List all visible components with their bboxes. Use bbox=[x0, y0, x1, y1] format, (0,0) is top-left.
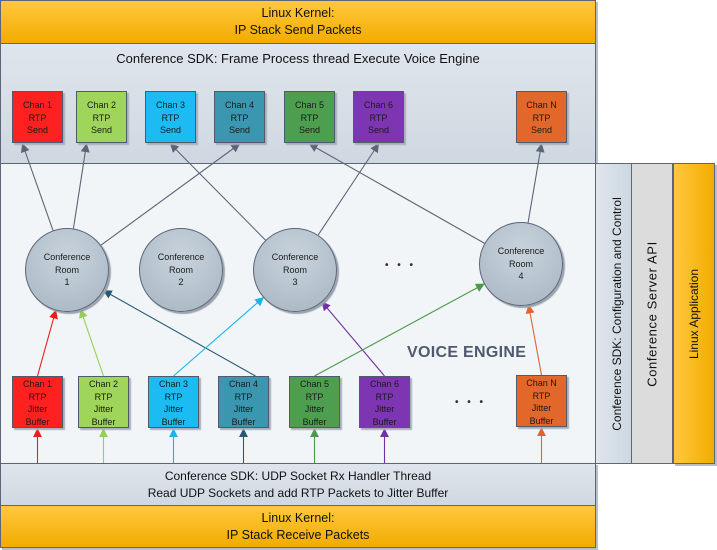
jitter-buffer-box: Chan 6 RTP Jitter Buffer bbox=[359, 376, 410, 428]
jitter-channel-protocol: RTP bbox=[94, 391, 113, 402]
jitter-channel-role: Buffer bbox=[161, 416, 186, 427]
jitter-channel-role: Jitter bbox=[163, 404, 184, 414]
send-channel-name: Chan 3 bbox=[155, 100, 186, 110]
send-channel-box: Chan 3 RTP Send bbox=[145, 91, 196, 143]
jitter-channel-role: Jitter bbox=[304, 404, 325, 414]
send-channel-box: Chan N RTP Send bbox=[516, 91, 567, 143]
send-channel-box: Chan 2 RTP Send bbox=[76, 91, 127, 143]
room-label: Conference bbox=[271, 252, 319, 263]
conference-room: Conference Room 3 bbox=[253, 228, 337, 312]
jitter-channel-role: Jitter bbox=[27, 404, 48, 414]
jitter-channel-name: Chan 6 bbox=[369, 379, 400, 389]
jitter-channel-name: Chan N bbox=[526, 378, 557, 388]
send-channel-role: Send bbox=[90, 125, 113, 135]
jitter-channel-protocol: RTP bbox=[305, 391, 324, 402]
jitter-channel-role: Jitter bbox=[531, 403, 552, 413]
send-channel-box: Chan 5 RTP Send bbox=[284, 91, 335, 143]
conference-room: Conference Room 2 bbox=[139, 228, 223, 312]
send-channel-protocol: RTP bbox=[161, 112, 180, 123]
room-number: 1 bbox=[64, 277, 70, 288]
jitter-buffer-box: Chan 1 RTP Jitter Buffer bbox=[12, 376, 63, 428]
send-channel-role: Send bbox=[159, 125, 182, 135]
voice-engine-label: VOICE ENGINE bbox=[407, 344, 527, 361]
jitter-channel-role: Buffer bbox=[529, 415, 554, 426]
rooms-ellipsis: • • • bbox=[385, 260, 417, 271]
room-to-send-arrow bbox=[20, 143, 54, 231]
jitter-channel-role: Buffer bbox=[231, 416, 256, 427]
jitter-channel-protocol: RTP bbox=[164, 391, 183, 402]
jitter-to-room-arrow bbox=[314, 283, 485, 377]
jitter-channel-protocol: RTP bbox=[28, 391, 47, 402]
jitter-channel-role: Jitter bbox=[374, 404, 395, 414]
send-channel-role: Send bbox=[228, 125, 251, 135]
jitter-channel-name: Chan 3 bbox=[158, 379, 189, 389]
jitter-channel-role: Jitter bbox=[93, 404, 114, 414]
jitter-to-room-arrow bbox=[79, 308, 105, 377]
jitter-channel-role: Buffer bbox=[25, 416, 50, 427]
jitter-to-room-arrow bbox=[321, 301, 385, 377]
send-channel-box: Chan 1 RTP Send bbox=[12, 91, 63, 143]
jitter-channel-protocol: RTP bbox=[234, 391, 253, 402]
jitter-channel-protocol: RTP bbox=[375, 391, 394, 402]
jitter-buffer-box: Chan N RTP Jitter Buffer bbox=[516, 375, 567, 427]
jitter-buffer-box: Chan 5 RTP Jitter Buffer bbox=[289, 376, 340, 428]
send-channel-protocol: RTP bbox=[28, 112, 47, 123]
room-label: Conference bbox=[157, 252, 205, 263]
room-label: Room bbox=[282, 264, 307, 275]
room-to-send-arrow bbox=[169, 143, 266, 241]
send-channel-name: Chan 2 bbox=[86, 100, 117, 110]
room-label: Conference bbox=[497, 246, 545, 257]
send-channel-role: Send bbox=[367, 125, 390, 135]
jitter-channel-role: Buffer bbox=[372, 416, 397, 427]
jitter-channel-name: Chan 5 bbox=[299, 379, 330, 389]
conference-room: Conference Room 4 bbox=[479, 222, 563, 306]
jitter-channel-name: Chan 4 bbox=[228, 379, 259, 389]
send-channel-role: Send bbox=[530, 125, 553, 135]
jitter-buffer-box: Chan 3 RTP Jitter Buffer bbox=[148, 376, 199, 428]
jitter-to-room-arrow bbox=[36, 309, 58, 377]
room-label: Room bbox=[168, 264, 193, 275]
room-label: Conference bbox=[43, 252, 91, 263]
send-channel-box: Chan 6 RTP Send bbox=[353, 91, 404, 143]
room-label: Room bbox=[508, 258, 533, 269]
jitter-channel-role: Buffer bbox=[91, 416, 116, 427]
send-channel-protocol: RTP bbox=[532, 112, 551, 123]
send-channel-protocol: RTP bbox=[92, 112, 111, 123]
send-channel-protocol: RTP bbox=[300, 112, 319, 123]
send-channel-name: Chan 5 bbox=[294, 100, 325, 110]
room-number: 2 bbox=[178, 277, 184, 288]
conference-room: Conference Room 1 bbox=[25, 228, 109, 312]
room-label: Room bbox=[54, 264, 79, 275]
send-channel-role: Send bbox=[26, 125, 49, 135]
jitter-to-room-arrow bbox=[525, 304, 543, 376]
send-channel-name: Chan 4 bbox=[224, 100, 255, 110]
send-channel-name: Chan 1 bbox=[22, 100, 53, 110]
jitter-channel-role: Buffer bbox=[302, 416, 327, 427]
send-channel-protocol: RTP bbox=[230, 112, 249, 123]
room-number: 3 bbox=[292, 277, 298, 288]
room-to-send-arrow bbox=[72, 143, 90, 229]
send-channel-role: Send bbox=[298, 125, 321, 135]
jitter-buffer-box: Chan 4 RTP Jitter Buffer bbox=[218, 376, 269, 428]
send-channel-name: Chan 6 bbox=[363, 100, 394, 110]
jitter-channel-role: Jitter bbox=[233, 404, 254, 414]
room-to-send-arrow bbox=[317, 143, 379, 236]
jitter-channel-protocol: RTP bbox=[532, 390, 551, 401]
room-to-send-arrow bbox=[308, 143, 485, 244]
channels-ellipsis: • • • bbox=[455, 397, 487, 408]
send-channel-protocol: RTP bbox=[369, 112, 388, 123]
room-to-send-arrow bbox=[527, 143, 545, 223]
jitter-channel-name: Chan 1 bbox=[22, 379, 53, 389]
jitter-buffer-box: Chan 2 RTP Jitter Buffer bbox=[78, 376, 129, 428]
room-number: 4 bbox=[518, 271, 524, 282]
send-channel-box: Chan 4 RTP Send bbox=[214, 91, 265, 143]
jitter-channel-name: Chan 2 bbox=[88, 379, 119, 389]
send-channel-name: Chan N bbox=[526, 100, 557, 110]
